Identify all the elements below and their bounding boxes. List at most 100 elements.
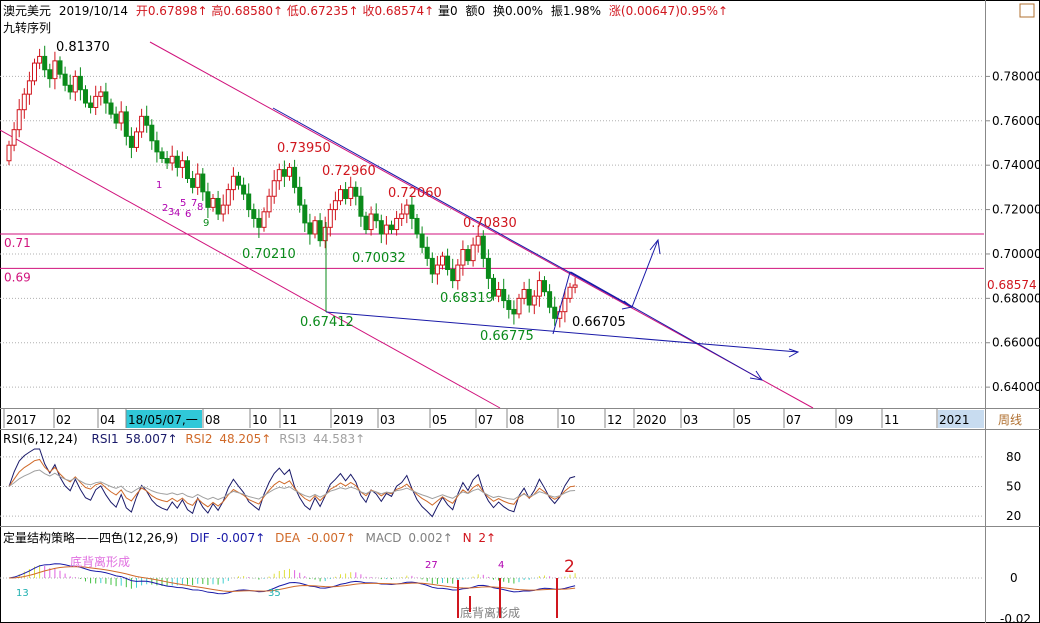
candle-body (246, 193, 252, 211)
macd-signal-label: 27 (425, 560, 438, 571)
candle-body (322, 226, 328, 242)
candle-body (169, 155, 175, 164)
candle-body (440, 255, 445, 266)
candle-body (363, 215, 369, 231)
candle-body (16, 109, 22, 131)
candle-body (215, 197, 221, 215)
candle-body (317, 220, 323, 242)
change-label: 涨 (609, 3, 621, 18)
rsi-axis-label: 50 (1006, 480, 1021, 494)
x-axis-label: 03 (683, 413, 698, 427)
candle-body (21, 93, 27, 111)
candle-body (6, 144, 12, 162)
candle-body (144, 115, 150, 126)
candle-body (261, 211, 267, 228)
turnover-value: 0.00% (505, 4, 543, 18)
candle-body (307, 222, 313, 235)
price-axis-label: 0.70000 (992, 247, 1040, 261)
low-value: 0.67235↑ (299, 4, 359, 18)
x-axis-label: 03 (380, 413, 395, 427)
price-annotation: 0.72060 (388, 186, 442, 201)
price-axis-label: 0.66000 (992, 336, 1040, 350)
amplitude-label: 振 (551, 4, 563, 18)
x-axis-label: 08 (509, 413, 524, 427)
candle-body (149, 124, 155, 142)
candle-body (37, 55, 43, 64)
candle-body (236, 175, 241, 186)
candle-body (52, 60, 58, 80)
x-axis-label: 10 (252, 413, 267, 427)
horizontal-level-label: 0.71 (4, 236, 31, 250)
svg-text:澳元美元 2019/10/14 开0: 澳元美元 2019/10/14 开0.67898↑ 高0.68580↑ 低0.6… (3, 3, 728, 18)
candle-body (552, 306, 558, 319)
candle-body (531, 295, 537, 306)
candle-body (220, 204, 226, 215)
x-axis-label: 05 (736, 413, 751, 427)
maximize-icon[interactable] (1019, 3, 1035, 18)
svg-text:定量结构策略——四色(12,26,9) DIF: 定量结构策略——四色(12,26,9) DIF -0.007↑ DEA -0.0… (3, 530, 496, 545)
candle-body (271, 180, 277, 197)
rsi1-name: RSI1 (92, 432, 119, 446)
x-axis-label: 11 (884, 413, 899, 427)
rsi3-name: RSI3 (279, 432, 306, 446)
candle-body (485, 257, 491, 279)
candle-body (292, 166, 298, 188)
candle-body (511, 308, 517, 315)
arrow-head (788, 348, 800, 358)
nine-turn-label: 1 (156, 180, 162, 191)
candle-body (241, 184, 247, 195)
candle-body (338, 189, 343, 202)
price-annotation: 0.81370 (56, 40, 110, 55)
candle-body (572, 284, 578, 288)
candle-body (32, 62, 37, 82)
candle-body (108, 102, 114, 115)
candle-body (378, 220, 384, 235)
rsi2-name: RSI2 (185, 432, 212, 446)
candle-body (42, 55, 48, 71)
change-value: (0.00647)0.95%↑ (621, 4, 728, 18)
candle-body (88, 102, 94, 108)
amount-value: 0 (477, 4, 485, 18)
candle-body (287, 166, 292, 177)
candle-body (460, 249, 466, 266)
candle-body (98, 91, 104, 97)
close-value: 0.68574↑ (374, 4, 434, 18)
dif-name: DIF (190, 531, 210, 545)
candle-body (113, 113, 119, 124)
price-annotation: 0.70830 (463, 216, 517, 231)
volume-value: 0 (450, 4, 458, 18)
candle-body (154, 140, 160, 153)
macd-axis-label: 0 (1010, 571, 1018, 585)
candle-body (516, 297, 522, 315)
candle-body (118, 111, 124, 124)
candle-body (409, 204, 415, 219)
candle-body (134, 131, 139, 148)
candle-body (562, 297, 568, 313)
candle-body (83, 89, 88, 104)
candle-body (11, 129, 17, 146)
candle-body (424, 246, 430, 259)
chart-window: 澳元美元 2019/10/14 开0.67898↑ 高0.68580↑ 低0.6… (0, 0, 1040, 623)
candle-body (26, 80, 32, 95)
price-annotation: 0.73950 (277, 141, 331, 156)
candle-body (465, 249, 471, 262)
x-axis-label: 09 (838, 413, 853, 427)
candle-body (475, 235, 481, 246)
macd-axis-label: -0.02 (1000, 612, 1031, 623)
candle-body (62, 73, 68, 86)
candle-body (302, 204, 308, 224)
price-annotation: 0.70032 (352, 251, 406, 266)
dea-line (8, 566, 576, 592)
candle-body (445, 255, 451, 270)
candle-body (297, 186, 303, 206)
candle-body (429, 257, 435, 275)
macd-signal-label: 底背离形成 (70, 554, 130, 569)
x-axis-label: 10 (560, 413, 575, 427)
x-axis-label: 2017 (6, 413, 37, 427)
candle-body (434, 264, 440, 275)
candle-body (332, 200, 338, 211)
candle-body (348, 186, 354, 199)
rsi2-value: 48.205↑ (219, 432, 271, 446)
period-label[interactable]: 周线 (998, 413, 1022, 427)
x-axis-label: 02 (56, 413, 71, 427)
